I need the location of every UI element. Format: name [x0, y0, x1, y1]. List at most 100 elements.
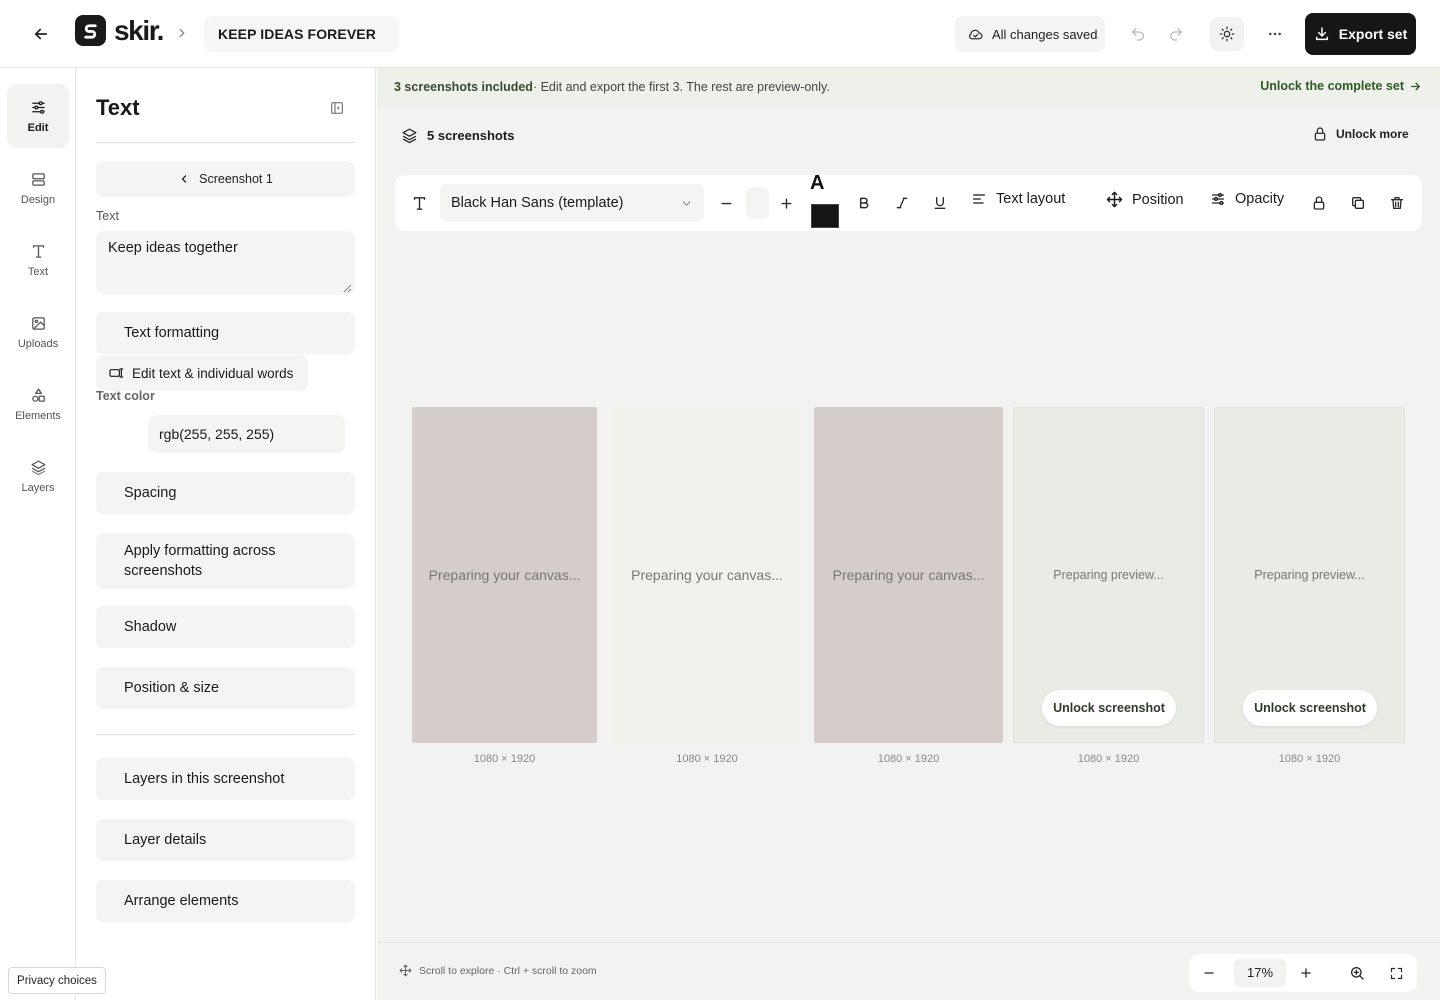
lock-layer-button[interactable]	[1307, 191, 1331, 215]
screenshot-card[interactable]: Preparing your canvas...	[412, 407, 597, 743]
more-options-button[interactable]	[1258, 17, 1292, 51]
position-button[interactable]: Position	[1106, 191, 1184, 208]
text-layout-button[interactable]: Text layout	[971, 191, 1065, 207]
theme-toggle-button[interactable]	[1210, 17, 1244, 51]
collapse-panel-button[interactable]	[326, 97, 348, 119]
delete-button[interactable]	[1385, 191, 1409, 215]
text-layout-label: Text layout	[996, 191, 1066, 207]
shadow-section[interactable]: Shadow	[96, 606, 355, 648]
duplicate-button[interactable]	[1346, 191, 1370, 215]
undo-icon	[1132, 28, 1144, 41]
fullscreen-button[interactable]	[1384, 961, 1408, 985]
opacity-label: Opacity	[1235, 191, 1285, 207]
zoom-out-button[interactable]	[1197, 961, 1221, 985]
text-type-button[interactable]	[407, 191, 431, 215]
screenshot-status: Preparing preview...	[1053, 568, 1164, 582]
redo-icon	[1170, 28, 1182, 41]
italic-icon	[896, 197, 908, 209]
sliders-icon	[31, 100, 45, 114]
layers-in-screenshot-section[interactable]: Layers in this screenshot	[96, 758, 355, 800]
text-field-label: Text	[96, 209, 119, 223]
rail-item-elements[interactable]: Elements	[7, 372, 69, 436]
position-size-label: Position & size	[124, 680, 220, 696]
font-family-select[interactable]: Black Han Sans (template)	[440, 184, 704, 222]
screenshot-nav-label: Screenshot 1	[199, 172, 273, 186]
unlock-more-button[interactable]: Unlock more	[1312, 126, 1409, 142]
cloud-check-icon	[968, 29, 983, 39]
screenshot-card[interactable]: Preparing your canvas...	[614, 407, 800, 743]
redo-button[interactable]	[1159, 17, 1193, 51]
navigation-hint-text: Scroll to explore · Ctrl + scroll to zoo…	[419, 964, 597, 977]
rail-item-uploads[interactable]: Uploads	[7, 300, 69, 364]
text-content-input[interactable]	[96, 231, 355, 295]
unlock-screenshot-button[interactable]: Unlock screenshot	[1042, 690, 1176, 726]
export-set-button[interactable]: Export set	[1305, 13, 1416, 55]
rail-item-design[interactable]: Design	[7, 156, 69, 220]
text-icon	[32, 244, 44, 258]
chevron-down-icon	[682, 200, 691, 206]
layer-details-label: Layer details	[124, 832, 207, 848]
screenshot-size: 1080 × 1920	[1278, 753, 1341, 765]
unlock-screenshot-button[interactable]: Unlock screenshot	[1243, 690, 1377, 726]
screenshot-count: 5 screenshots	[401, 127, 514, 144]
layers-icon	[30, 459, 46, 475]
decrease-size-button[interactable]	[714, 191, 738, 215]
arrow-right-icon	[1411, 82, 1420, 90]
zoom-fit-button[interactable]	[1345, 961, 1369, 985]
rail-item-layers[interactable]: Layers	[7, 444, 69, 508]
copy-icon	[1352, 197, 1364, 209]
text-cursor-icon	[109, 368, 124, 378]
screenshot-size: 1080 × 1920	[473, 753, 536, 765]
back-button[interactable]	[26, 19, 56, 49]
logo-text: skir.	[114, 15, 164, 46]
zoom-in-button[interactable]	[1294, 961, 1318, 985]
rail-item-label: Design	[20, 193, 56, 206]
layer-details-section[interactable]: Layer details	[96, 819, 355, 861]
undo-button[interactable]	[1121, 17, 1155, 51]
screenshot-size: 1080 × 1920	[877, 753, 940, 765]
privacy-choices-button[interactable]: Privacy choices	[8, 967, 106, 994]
underline-icon	[934, 197, 946, 209]
zoom-in-icon	[1351, 967, 1364, 980]
resize-grip-icon[interactable]	[342, 283, 352, 293]
move-icon	[399, 964, 412, 977]
sliders-icon	[1212, 193, 1224, 205]
increase-size-button[interactable]	[774, 191, 798, 215]
logo-mark-icon	[75, 15, 106, 46]
underline-button[interactable]	[928, 191, 952, 215]
screenshot-card[interactable]: Preparing your canvas...	[814, 407, 1003, 743]
shapes-icon	[31, 387, 45, 402]
app-logo[interactable]: skir.	[75, 15, 164, 46]
screenshot-status: Preparing your canvas...	[832, 567, 985, 583]
apply-formatting-section[interactable]: Apply formatting across screenshots	[96, 533, 355, 589]
download-icon	[1315, 27, 1328, 41]
unlock-complete-set-link[interactable]: Unlock the complete set	[1260, 79, 1422, 93]
chevron-left-icon	[181, 175, 187, 183]
spacing-section[interactable]: Spacing	[96, 472, 355, 514]
screenshot-nav-button[interactable]: Screenshot 1	[96, 161, 355, 197]
save-status-label: All changes saved	[992, 26, 1098, 42]
rail-item-text[interactable]: Text	[7, 228, 69, 292]
project-name[interactable]: KEEP IDEAS FOREVER	[204, 16, 399, 52]
fullscreen-icon	[1390, 967, 1402, 979]
shadow-label: Shadow	[124, 619, 177, 635]
unlock-screenshot-label: Unlock screenshot	[1254, 701, 1366, 715]
text-formatting-label: Text formatting	[124, 325, 220, 341]
arrow-left-icon	[34, 28, 48, 40]
text-formatting-section[interactable]: Text formatting	[96, 312, 355, 354]
move-icon	[1106, 191, 1123, 208]
minus-icon	[1204, 972, 1214, 974]
text-icon	[413, 196, 425, 210]
bold-button[interactable]	[852, 191, 876, 215]
italic-button[interactable]	[890, 191, 914, 215]
text-color-input[interactable]: rgb(255, 255, 255)	[148, 415, 345, 453]
rail-item-edit[interactable]: Edit	[7, 84, 69, 148]
arrange-elements-section[interactable]: Arrange elements	[96, 880, 355, 922]
position-size-section[interactable]: Position & size	[96, 667, 355, 709]
zoom-level[interactable]: 17%	[1234, 959, 1286, 987]
text-color-swatch[interactable]	[811, 204, 839, 228]
opacity-button[interactable]: Opacity	[1210, 191, 1284, 207]
edit-words-button[interactable]: Edit text & individual words	[96, 355, 308, 391]
image-icon	[31, 316, 45, 330]
font-size-input[interactable]	[746, 187, 769, 219]
